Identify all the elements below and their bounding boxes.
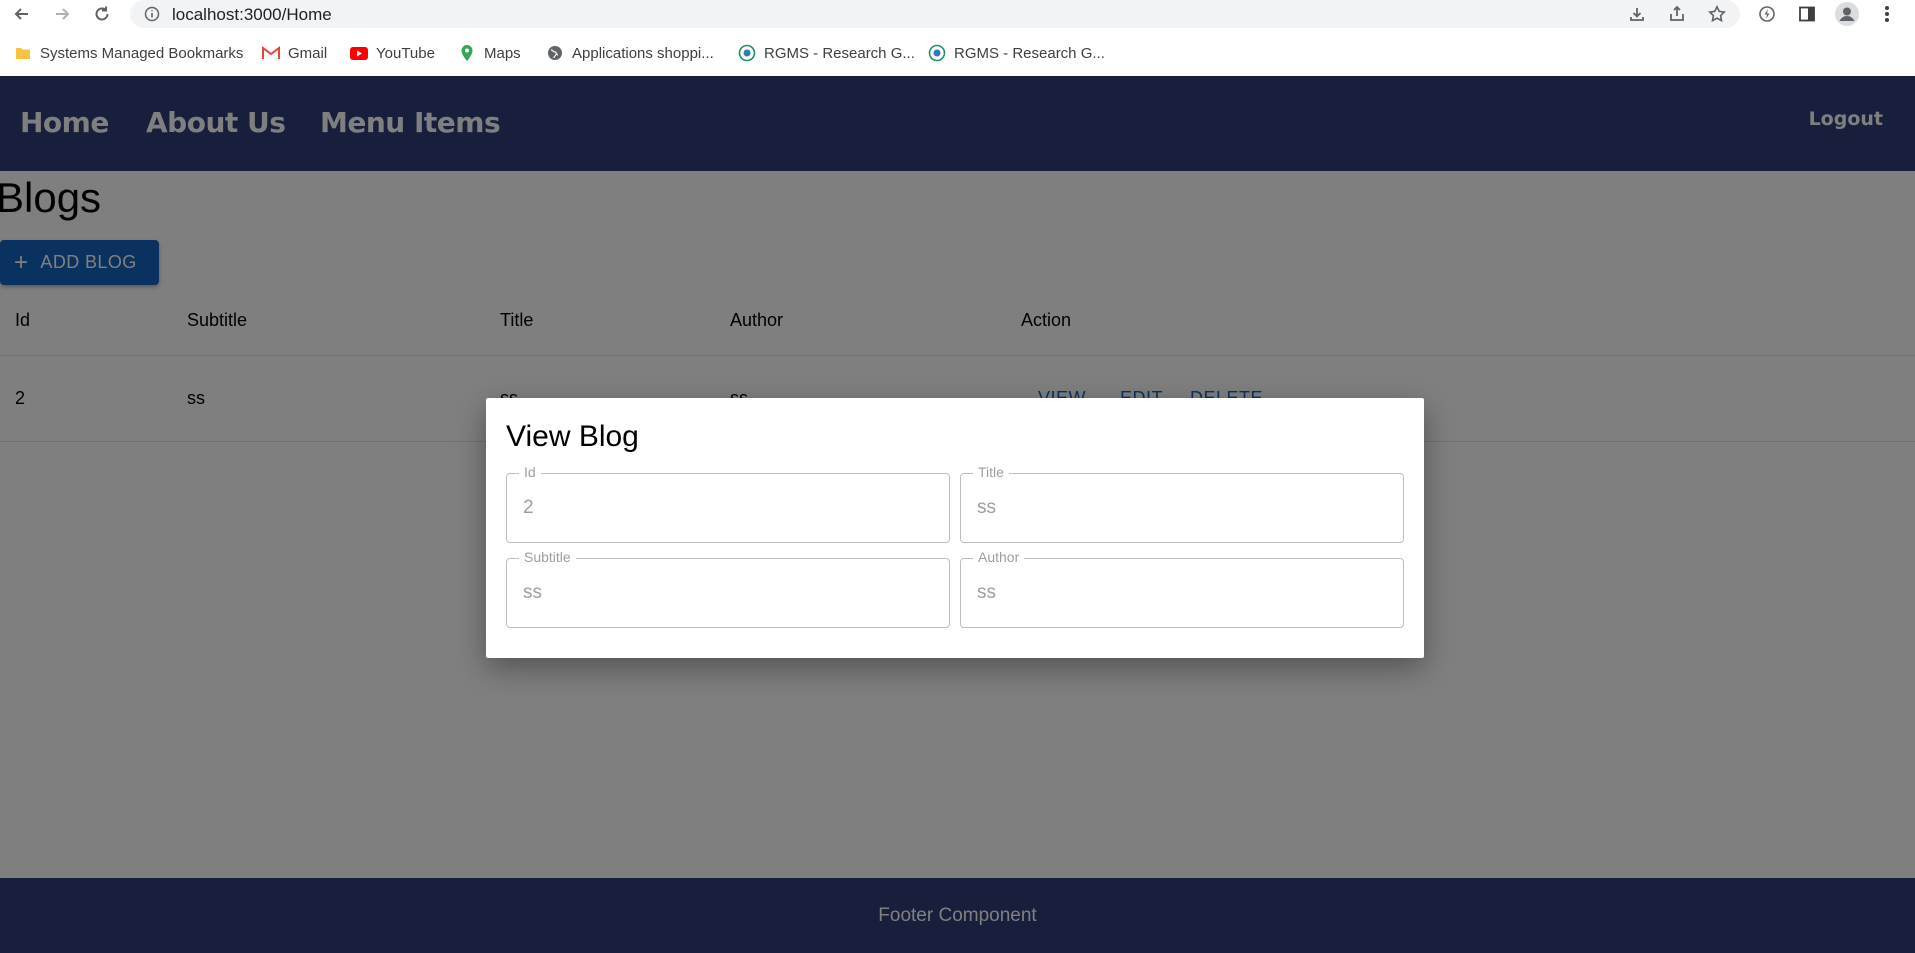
author-field-label: Author (973, 549, 1025, 565)
address-bar[interactable]: localhost:3000/Home (130, 0, 1740, 28)
bookmark-label: Gmail (288, 44, 328, 62)
bookmark-rgms-2[interactable]: RGMS - Research G... (928, 43, 1105, 63)
subtitle-field[interactable]: Subtitle ss (506, 549, 950, 628)
bookmark-gmail[interactable]: Gmail (262, 43, 327, 63)
id-field-label: Id (519, 464, 541, 480)
reload-icon[interactable] (90, 2, 114, 26)
url-text: localhost:3000/Home (172, 5, 332, 24)
site-info-icon[interactable] (142, 4, 162, 24)
title-field-value: ss (977, 497, 996, 518)
extension-icon[interactable] (1755, 2, 1779, 26)
more-menu-icon[interactable] (1875, 2, 1899, 26)
id-field-value: 2 (523, 497, 534, 518)
view-blog-dialog: View Blog Id 2 Title ss Subtitle ss Auth… (486, 398, 1424, 658)
bookmark-label: Applications shoppi... (572, 44, 714, 62)
forward-arrow-icon[interactable] (50, 2, 74, 26)
folder-icon (14, 44, 32, 62)
subtitle-field-label: Subtitle (519, 549, 576, 565)
install-icon[interactable] (1625, 2, 1649, 26)
bookmark-applications[interactable]: Applications shoppi... (546, 43, 714, 63)
bookmark-label: RGMS - Research G... (764, 44, 915, 62)
star-bookmark-icon[interactable] (1705, 2, 1729, 26)
gmail-icon (262, 44, 280, 62)
profile-avatar-icon[interactable] (1835, 2, 1859, 26)
rgms-icon (738, 44, 756, 62)
back-arrow-icon[interactable] (10, 2, 34, 26)
title-field-label: Title (973, 464, 1009, 480)
share-icon[interactable] (1665, 2, 1689, 26)
dialog-title: View Blog (506, 420, 639, 453)
bookmark-rgms-1[interactable]: RGMS - Research G... (738, 43, 915, 63)
bookmark-label: Maps (484, 44, 521, 62)
rgms-icon (928, 44, 946, 62)
bookmark-label: RGMS - Research G... (954, 44, 1105, 62)
author-field[interactable]: Author ss (960, 549, 1404, 628)
bookmark-systems-managed[interactable]: Systems Managed Bookmarks (14, 43, 243, 63)
subtitle-field-value: ss (523, 582, 542, 603)
author-field-value: ss (977, 582, 996, 603)
maps-icon (458, 44, 476, 62)
bookmarks-bar: Systems Managed Bookmarks Gmail YouTube … (0, 28, 1915, 76)
bookmark-youtube[interactable]: YouTube (350, 43, 435, 63)
bookmark-label: Systems Managed Bookmarks (40, 44, 244, 62)
title-field[interactable]: Title ss (960, 464, 1404, 543)
globe-icon (546, 44, 564, 62)
id-field[interactable]: Id 2 (506, 464, 950, 543)
side-panel-icon[interactable] (1795, 2, 1819, 26)
bookmark-label: YouTube (376, 44, 435, 62)
bookmark-maps[interactable]: Maps (458, 43, 521, 63)
browser-toolbar: localhost:3000/Home (0, 0, 1915, 28)
youtube-icon (350, 44, 368, 62)
